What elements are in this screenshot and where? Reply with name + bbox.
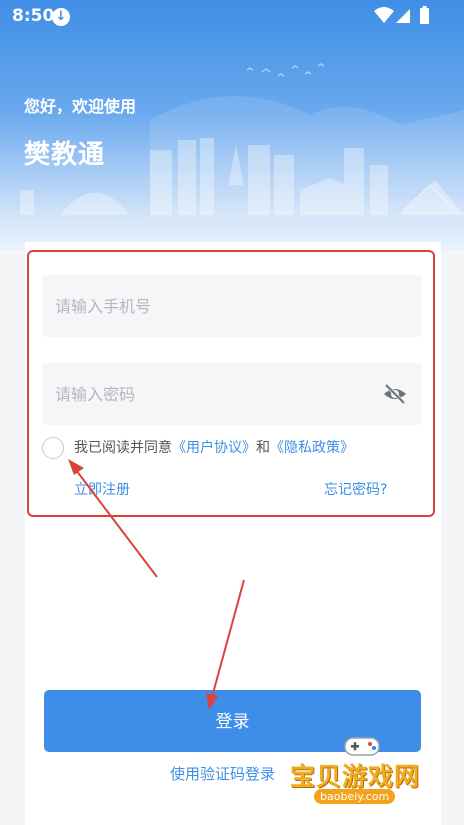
- greeting-text: 您好，欢迎使用: [24, 97, 137, 116]
- watermark-url: baobeiy.com: [314, 789, 396, 804]
- app-title: 樊教通: [24, 140, 106, 170]
- wifi-icon: [374, 7, 394, 23]
- sms-login-link[interactable]: 使用验证码登录: [170, 763, 275, 784]
- city-skyline-illustration: [20, 63, 464, 220]
- battery-charging-icon: [420, 8, 429, 24]
- download-icon: ↓: [52, 8, 70, 26]
- watermark: 宝贝游戏网 baobeiy.com: [290, 735, 464, 825]
- status-bar: 8:50 ↓: [0, 0, 464, 32]
- watermark-text: 宝贝游戏网: [290, 762, 421, 791]
- signal-icon: [396, 9, 410, 23]
- annotation-highlight-box: [27, 250, 435, 517]
- status-icons: [374, 6, 429, 24]
- header-banner: 8:50 ↓ 您好，欢迎使用 樊教通: [0, 0, 464, 250]
- status-time: 8:50: [12, 6, 55, 26]
- gamepad-icon: [344, 737, 380, 756]
